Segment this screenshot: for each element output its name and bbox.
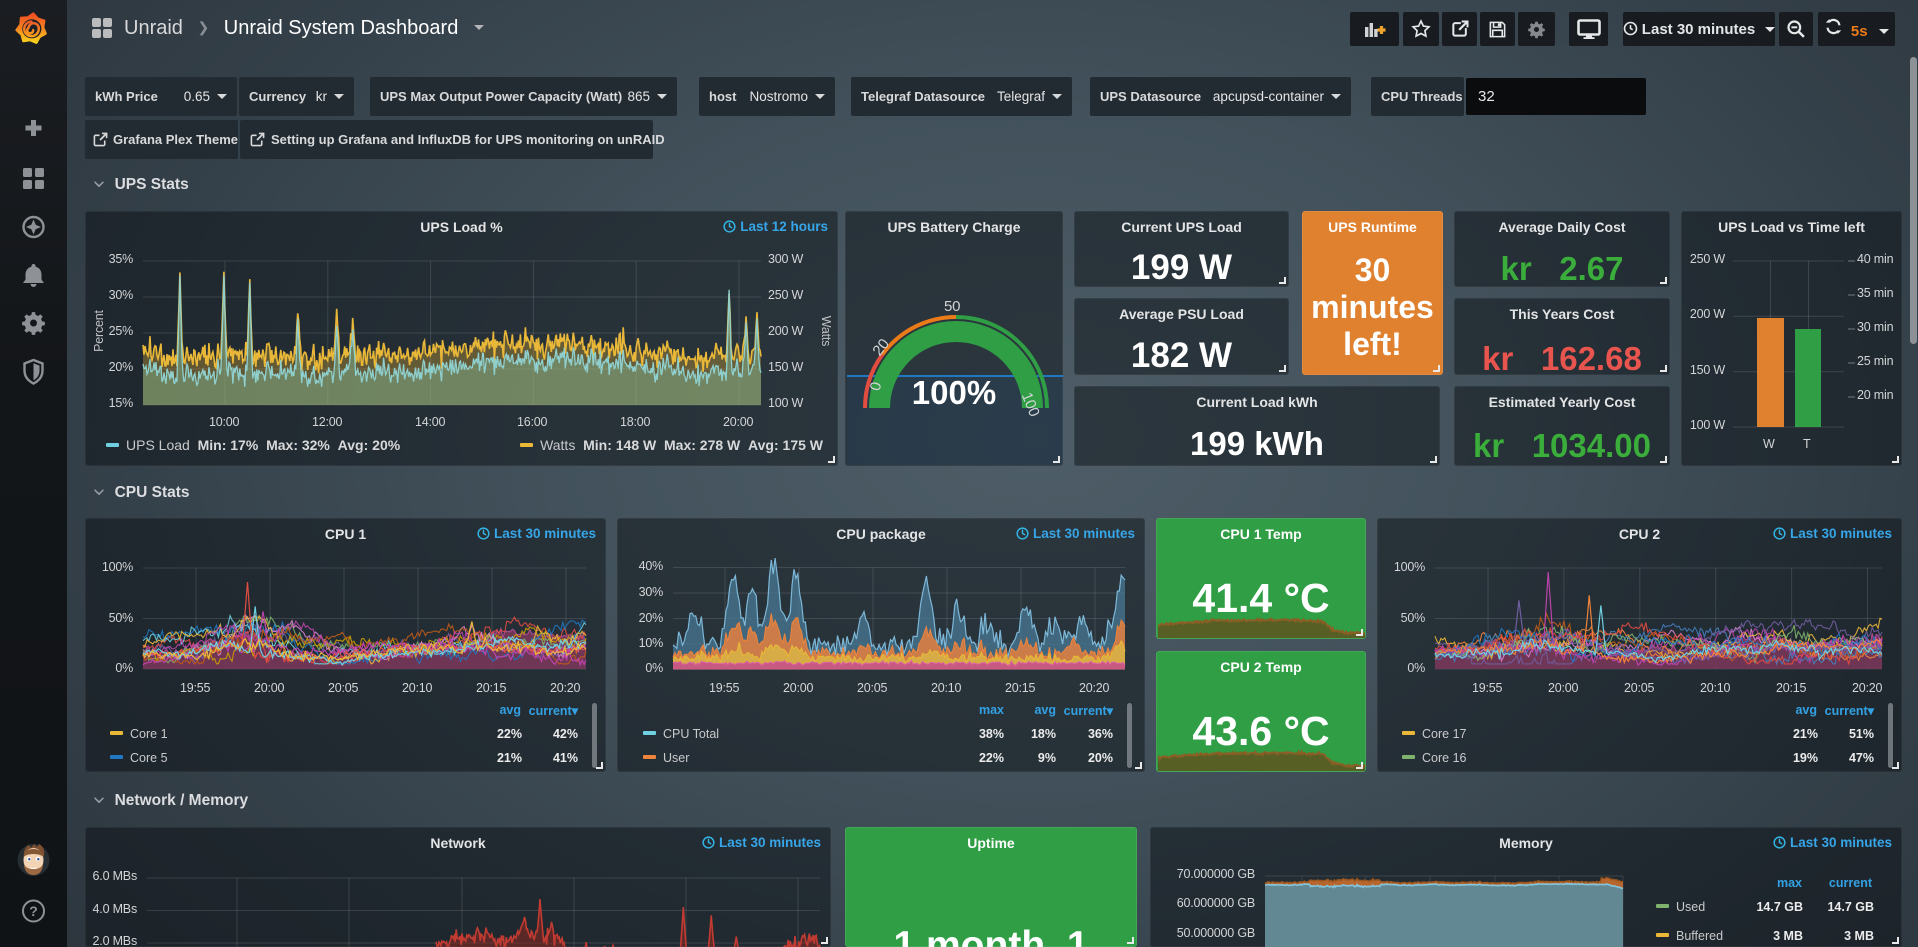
svg-text:?: ? xyxy=(29,903,38,919)
